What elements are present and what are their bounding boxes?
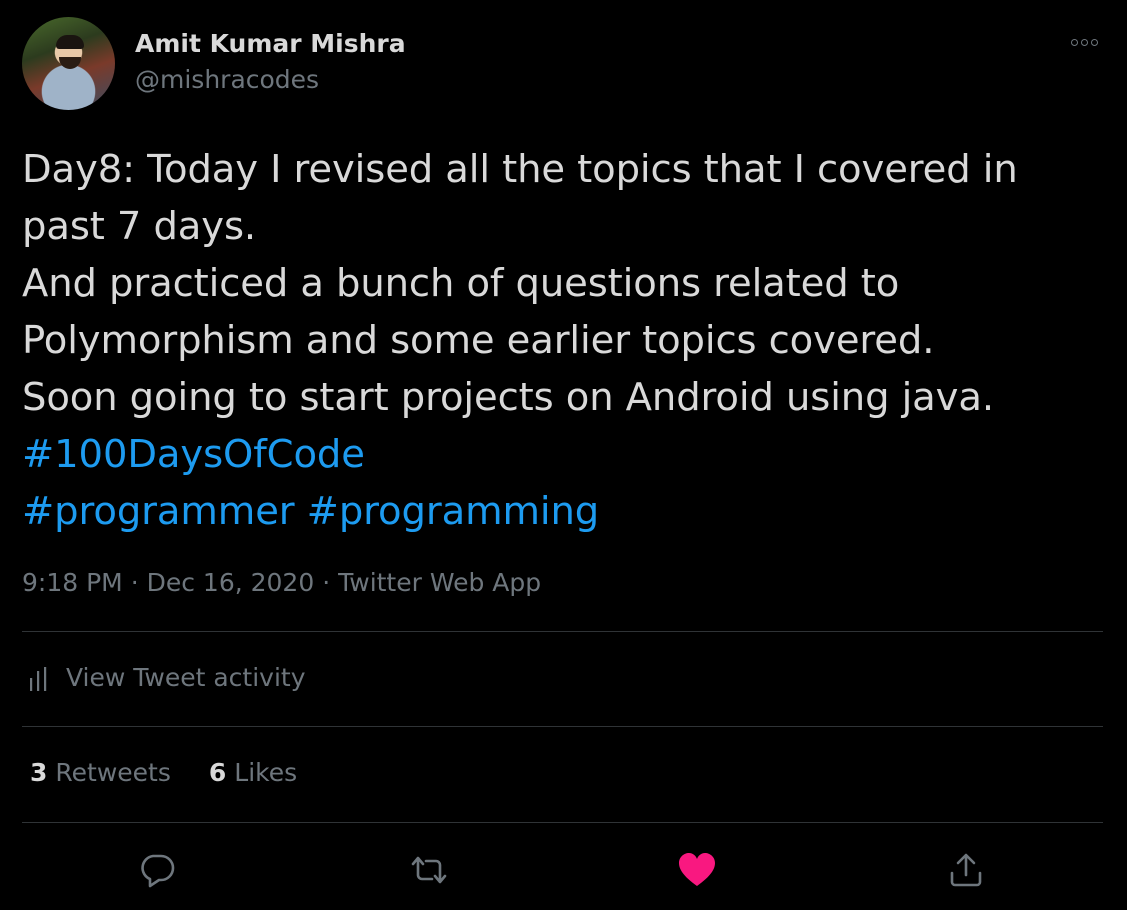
meta-separator: · [130, 568, 139, 597]
divider [22, 726, 1103, 727]
tweet-stats: 3 Retweets 6 Likes [30, 758, 297, 787]
tweet-line: past 7 days. [22, 204, 257, 249]
heart-icon [679, 853, 715, 886]
more-dot-icon [1070, 38, 1078, 46]
likes-stat[interactable]: 6 Likes [209, 758, 297, 787]
likes-label: Likes [234, 758, 298, 787]
meta-separator: · [322, 568, 331, 597]
share-button[interactable] [944, 848, 988, 892]
tweet-line: Polymorphism and some earlier topics cov… [22, 318, 935, 363]
divider [22, 822, 1103, 823]
tweet-card: Amit Kumar Mishra @mishracodes Day8: Tod… [0, 0, 1127, 910]
bar-chart-icon [30, 666, 47, 691]
tweet-line: Day8: Today I revised all the topics tha… [22, 147, 1018, 192]
hashtag-line: #100DaysOfCode [22, 426, 1107, 483]
divider [22, 631, 1103, 632]
share-icon [950, 853, 982, 887]
avatar-beard [59, 57, 81, 69]
author-name[interactable]: Amit Kumar Mishra [135, 29, 406, 58]
avatar-hair [56, 35, 84, 49]
like-button[interactable] [675, 848, 719, 892]
more-dot-icon [1090, 38, 1098, 46]
retweet-icon [411, 856, 447, 884]
retweets-label: Retweets [55, 758, 171, 787]
tweet-line: And practiced a bunch of questions relat… [22, 261, 900, 306]
hashtag-link[interactable]: #100DaysOfCode [22, 432, 365, 477]
avatar[interactable] [22, 17, 115, 110]
hashtag-link[interactable]: #programmer [22, 489, 295, 534]
author-handle[interactable]: @mishracodes [135, 65, 319, 94]
tweet-source[interactable]: Twitter Web App [338, 568, 541, 597]
retweet-button[interactable] [407, 848, 451, 892]
view-tweet-activity-label: View Tweet activity [66, 663, 306, 692]
retweets-count: 3 [30, 758, 48, 787]
comment-icon [141, 854, 175, 888]
tweet-meta: 9:18 PM · Dec 16, 2020 · Twitter Web App [22, 568, 541, 597]
hashtag-link[interactable]: #programming [307, 489, 600, 534]
retweets-stat[interactable]: 3 Retweets [30, 758, 171, 787]
reply-button[interactable] [135, 848, 179, 892]
likes-count: 6 [208, 758, 227, 787]
tweet-time[interactable]: 9:18 PM [22, 568, 123, 597]
tweet-date[interactable]: Dec 16, 2020 [147, 568, 315, 597]
more-options-button[interactable] [1064, 30, 1104, 54]
tweet-text: Day8: Today I revised all the topics tha… [22, 141, 1107, 540]
more-dot-icon [1080, 38, 1088, 46]
hashtag-line: #programmer #programming [22, 483, 1107, 540]
tweet-line: Soon going to start projects on Android … [22, 375, 994, 420]
view-tweet-activity-link[interactable]: View Tweet activity [28, 663, 306, 692]
